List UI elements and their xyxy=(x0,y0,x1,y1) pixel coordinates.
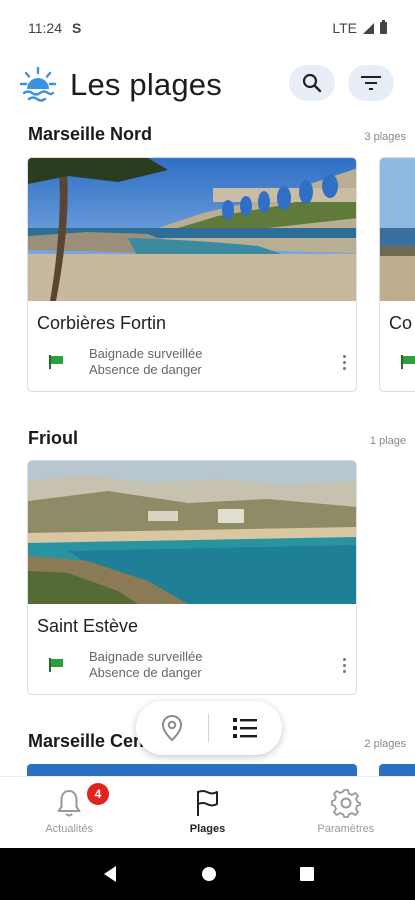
sun-water-icon xyxy=(19,66,57,102)
filter-icon xyxy=(361,76,381,90)
green-flag-icon xyxy=(401,355,415,369)
status-line-1: Baignade surveillée xyxy=(89,346,203,361)
beach-status xyxy=(380,334,415,374)
nav-label: Plages xyxy=(189,823,226,835)
beach-card-peek[interactable]: Co xyxy=(379,157,415,392)
list-view-button[interactable] xyxy=(209,701,281,755)
network-label: LTE xyxy=(332,20,357,36)
section-count: 2 plages xyxy=(364,738,406,750)
bottom-navigation: 4 Actualités Plages Paramètres xyxy=(0,776,415,848)
status-line-2: Absence de danger xyxy=(89,362,202,377)
beach-status: Baignade surveillée Absence de danger xyxy=(28,334,356,378)
nav-label: Actualités xyxy=(45,823,94,835)
beach-status: Baignade surveillée Absence de danger xyxy=(28,637,356,681)
section-header-marseille-nord: Marseille Nord 3 plages xyxy=(28,124,406,145)
search-icon xyxy=(302,73,322,93)
nav-label: Paramètres xyxy=(317,823,375,835)
bell-icon xyxy=(57,790,81,817)
beach-photo xyxy=(380,158,415,301)
back-icon[interactable] xyxy=(102,865,118,883)
battery-icon xyxy=(380,20,387,34)
section-header-frioul: Frioul 1 plage xyxy=(28,428,406,449)
view-toggle xyxy=(136,701,282,755)
app-screen: 11:24 S LTE Les plages Marseille Nord 3 … xyxy=(0,0,415,900)
beach-name: Saint Estève xyxy=(37,616,139,636)
section-title: Frioul xyxy=(28,428,78,448)
status-time-group: 11:24 S xyxy=(28,20,81,36)
map-view-button[interactable] xyxy=(136,701,208,755)
beach-name: Co xyxy=(389,313,413,333)
more-options-button[interactable] xyxy=(343,658,347,676)
more-options-button[interactable] xyxy=(343,355,347,373)
system-navigation-bar xyxy=(0,848,415,900)
app-header: Les plages xyxy=(0,56,415,114)
status-bar: 11:24 S LTE xyxy=(0,0,415,56)
status-line-1: Baignade surveillée xyxy=(89,649,203,664)
home-icon[interactable] xyxy=(201,866,217,882)
gear-icon xyxy=(330,789,361,818)
section-count: 1 plage xyxy=(369,435,406,447)
beach-card-corbieres-fortin[interactable]: Corbières Fortin Baignade surveillée Abs… xyxy=(27,157,357,392)
beach-card-saint-esteve[interactable]: Saint Estève Baignade surveillée Absence… xyxy=(27,460,357,695)
green-flag-icon xyxy=(49,355,63,369)
beach-name: Corbières Fortin xyxy=(37,313,167,333)
section-count: 3 plages xyxy=(364,131,406,143)
recents-icon[interactable] xyxy=(299,867,314,881)
beach-photo xyxy=(28,158,356,301)
filter-button[interactable] xyxy=(348,65,394,101)
notification-badge: 4 xyxy=(87,783,109,805)
section-title: Marseille Nord xyxy=(28,124,153,144)
nav-item-actualites[interactable]: 4 Actualités xyxy=(0,777,138,848)
signal-icon xyxy=(363,22,374,34)
sim-icon: S xyxy=(72,20,82,36)
status-right: LTE xyxy=(332,20,387,36)
beach-photo xyxy=(28,461,356,604)
flag-icon xyxy=(197,790,219,816)
list-icon xyxy=(233,718,257,738)
nav-item-plages[interactable]: Plages xyxy=(138,777,276,848)
nav-item-parametres[interactable]: Paramètres xyxy=(277,777,415,848)
section-title: Marseille Cen xyxy=(28,731,145,751)
page-title: Les plages xyxy=(70,67,222,102)
map-pin-icon xyxy=(161,714,183,742)
status-time: 11:24 xyxy=(28,20,62,36)
green-flag-icon xyxy=(49,658,63,672)
status-line-2: Absence de danger xyxy=(89,665,202,680)
search-button[interactable] xyxy=(289,65,335,101)
